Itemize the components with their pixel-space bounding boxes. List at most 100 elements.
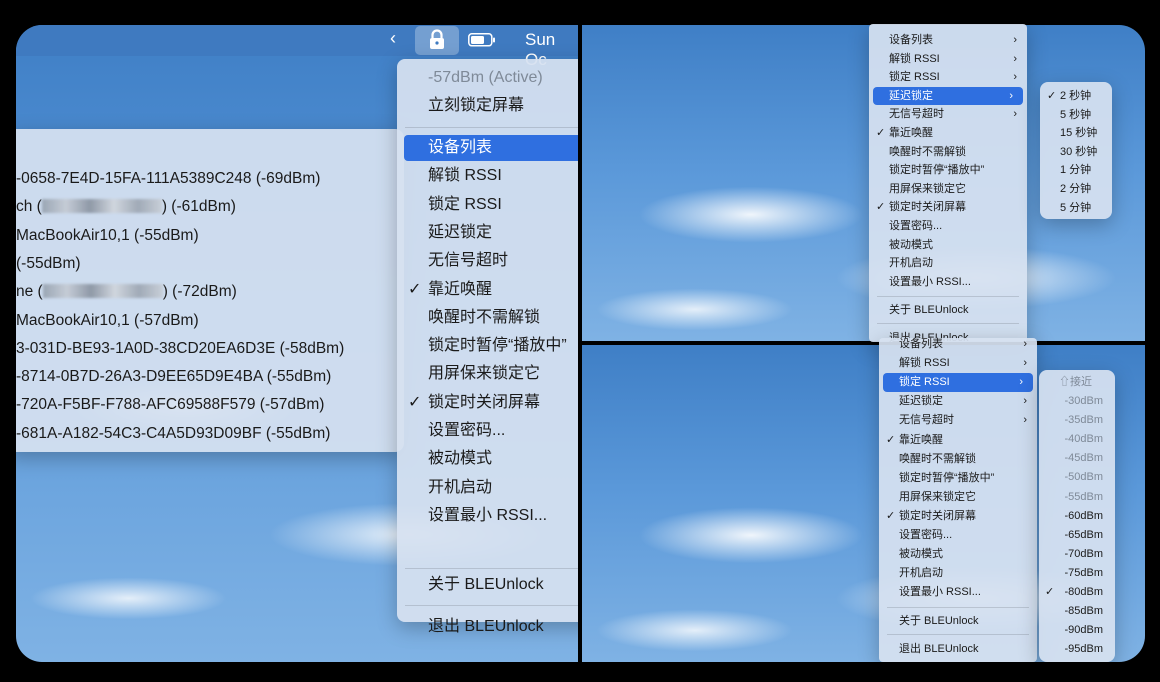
menu-item[interactable]: 设备列表 bbox=[404, 135, 578, 161]
menu-item[interactable]: 无信号超时 bbox=[397, 248, 578, 274]
menu-item[interactable]: 被动模式 bbox=[397, 446, 578, 472]
menu-item[interactable]: 用屏保来锁定它 bbox=[869, 180, 1027, 199]
menu-item[interactable]: 被动模式 bbox=[869, 236, 1027, 255]
menu-item-label: 锁定时暂停“播放中” bbox=[899, 471, 995, 484]
device-item[interactable]: -8714-0B7D-26A3-D9EE65D9E4BA (-55dBm) bbox=[16, 363, 404, 391]
submenu-item[interactable]: 15 秒钟 bbox=[1040, 124, 1112, 143]
battery-icon[interactable] bbox=[468, 33, 496, 47]
submenu-item[interactable]: -60dBm bbox=[1039, 507, 1115, 526]
submenu-item-label: 30 秒钟 bbox=[1060, 145, 1098, 158]
submenu-item[interactable]: -70dBm bbox=[1039, 545, 1115, 564]
menu-item-label: 锁定时关闭屏幕 bbox=[889, 201, 966, 214]
submenu-item[interactable]: -65dBm bbox=[1039, 526, 1115, 545]
menu-item[interactable]: ✓ 靠近唤醒 bbox=[869, 124, 1027, 143]
chevron-right-icon: › bbox=[1013, 108, 1017, 121]
submenu-item[interactable]: ✓ -80dBm bbox=[1039, 583, 1115, 602]
device-item[interactable]: ch () (-61dBm) bbox=[16, 193, 404, 221]
submenu-item: -45dBm bbox=[1039, 449, 1115, 468]
menu-item[interactable]: 锁定 RSSI › bbox=[869, 68, 1027, 87]
menu-item[interactable]: 用屏保来锁定它 bbox=[397, 361, 578, 387]
about-item[interactable]: 关于 BLEUnlock bbox=[879, 612, 1037, 631]
checkmark-icon: ✓ bbox=[886, 509, 896, 522]
menu-item[interactable]: 延迟锁定 › bbox=[873, 86, 1023, 106]
menu-separator bbox=[405, 568, 578, 569]
menu-item[interactable]: 锁定 RSSI bbox=[397, 192, 578, 218]
menu-item[interactable]: ✓ 锁定时关闭屏幕 bbox=[879, 507, 1037, 526]
menu-item[interactable]: ✓ 锁定时关闭屏幕 bbox=[397, 390, 578, 416]
menu-item[interactable]: ✓ 锁定时关闭屏幕 bbox=[869, 198, 1027, 217]
menu-item[interactable]: 延迟锁定 › bbox=[879, 392, 1037, 411]
menu-item[interactable]: 设置密码... bbox=[869, 217, 1027, 236]
menu-item-label: 锁定时暂停“播放中” bbox=[428, 337, 567, 355]
menu-item[interactable]: 设置最小 RSSI... bbox=[869, 273, 1027, 292]
quit-item[interactable]: 退出 BLEUnlock bbox=[879, 640, 1037, 659]
quit-item[interactable]: 退出 BLEUnlock bbox=[397, 614, 578, 640]
menu-item-label: 延迟锁定 bbox=[428, 223, 493, 241]
menu-item[interactable]: 唤醒时不需解锁 bbox=[879, 450, 1037, 469]
menu-item[interactable]: 解锁 RSSI › bbox=[869, 50, 1027, 69]
submenu-item[interactable]: 5 分钟 bbox=[1040, 199, 1112, 218]
menu-item-label: 用屏保来锁定它 bbox=[899, 490, 976, 503]
submenu-item[interactable]: -75dBm bbox=[1039, 564, 1115, 583]
menu-item[interactable]: 设置密码... bbox=[397, 418, 578, 444]
menu-item[interactable]: 锁定 RSSI › bbox=[883, 373, 1033, 392]
menu-item[interactable]: 锁定时暂停“播放中” bbox=[869, 161, 1027, 180]
bleunlock-status-item[interactable] bbox=[415, 26, 459, 55]
device-item[interactable]: (-55dBm) bbox=[16, 250, 404, 278]
device-item[interactable]: -720A-F5BF-F788-AFC69588F579 (-57dBm) bbox=[16, 391, 404, 419]
submenu-item[interactable]: -95dBm bbox=[1039, 640, 1115, 659]
about-item[interactable]: 关于 BLEUnlock bbox=[397, 572, 578, 598]
menu-item[interactable]: 开机启动 bbox=[879, 564, 1037, 583]
chevron-right-icon: › bbox=[1019, 376, 1023, 389]
menu-item[interactable]: 用屏保来锁定它 bbox=[879, 488, 1037, 507]
device-item[interactable]: ne () (-72dBm) bbox=[16, 278, 404, 306]
menu-item-label: 用屏保来锁定它 bbox=[889, 182, 966, 195]
menu-item[interactable]: 无信号超时 › bbox=[869, 105, 1027, 124]
checkmark-icon: ✓ bbox=[876, 201, 886, 214]
menu-item-label: 解锁 RSSI bbox=[889, 52, 940, 65]
submenu-item-label: -35dBm bbox=[1064, 414, 1103, 427]
menu-item[interactable]: 锁定时暂停“播放中” bbox=[879, 469, 1037, 488]
menu-item[interactable]: 设置最小 RSSI... bbox=[397, 503, 578, 529]
menu-item[interactable]: 开机启动 bbox=[397, 475, 578, 501]
submenu-item-label: 15 秒钟 bbox=[1060, 127, 1098, 140]
menu-item[interactable]: ✓ 靠近唤醒 bbox=[879, 431, 1037, 450]
device-item[interactable]: -681A-A182-54C3-C4A5D93D09BF (-55dBm) bbox=[16, 420, 404, 448]
device-label: -720A-F5BF-F788-AFC69588F579 (-57dBm) bbox=[16, 396, 325, 414]
menu-item[interactable]: 延迟锁定 bbox=[397, 220, 578, 246]
submenu-item-label: -60dBm bbox=[1064, 509, 1103, 522]
menu-item[interactable]: 解锁 RSSI › bbox=[879, 354, 1037, 373]
menu-item[interactable]: 唤醒时不需解锁 bbox=[869, 143, 1027, 162]
menu-item[interactable]: 开机启动 bbox=[869, 254, 1027, 273]
device-item[interactable]: -0658-7E4D-15FA-111A5389C248 (-69dBm) bbox=[16, 165, 404, 193]
about-item[interactable]: 关于 BLEUnlock bbox=[869, 301, 1027, 320]
submenu-item[interactable]: 1 分钟 bbox=[1040, 161, 1112, 180]
menu-item-label: 无信号超时 bbox=[428, 252, 509, 270]
submenu-item[interactable]: 30 秒钟 bbox=[1040, 143, 1112, 162]
device-item[interactable]: 3-031D-BE93-1A0D-38CD20EA6D3E (-58dBm) bbox=[16, 335, 404, 363]
menu-item[interactable]: 设置密码... bbox=[879, 526, 1037, 545]
menu-item[interactable]: 解锁 RSSI bbox=[397, 163, 578, 189]
submenu-item[interactable]: -90dBm bbox=[1039, 621, 1115, 640]
menu-item[interactable]: 设备列表 › bbox=[879, 335, 1037, 354]
menu-item[interactable]: 设置最小 RSSI... bbox=[879, 583, 1037, 602]
device-item[interactable]: MacBookAir10,1 (-57dBm) bbox=[16, 307, 404, 335]
menu-item[interactable]: 设备列表 › bbox=[869, 31, 1027, 50]
device-item[interactable]: MacBookAir10,1 (-55dBm) bbox=[16, 222, 404, 250]
menu-item[interactable]: 被动模式 bbox=[879, 545, 1037, 564]
submenu-item[interactable]: 2 分钟 bbox=[1040, 180, 1112, 199]
menu-item-label: 唤醒时不需解锁 bbox=[889, 145, 966, 158]
submenu-item[interactable]: -85dBm bbox=[1039, 602, 1115, 621]
menu-item[interactable]: 锁定时暂停“播放中” bbox=[397, 333, 578, 359]
submenu-item[interactable]: ✓ 2 秒钟 bbox=[1040, 87, 1112, 106]
menu-item[interactable]: 唤醒时不需解锁 bbox=[397, 305, 578, 331]
device-label: ch ( bbox=[16, 198, 42, 216]
menu-item[interactable]: ✓ 靠近唤醒 bbox=[397, 277, 578, 303]
submenu-item-label: 1 分钟 bbox=[1060, 164, 1092, 177]
submenu-item[interactable]: 5 秒钟 bbox=[1040, 106, 1112, 125]
menu-item[interactable]: 无信号超时 › bbox=[879, 411, 1037, 430]
device-list-submenu: -0658-7E4D-15FA-111A5389C248 (-69dBm) ch … bbox=[16, 129, 404, 452]
lock-now-item[interactable]: 立刻锁定屏幕 bbox=[397, 93, 578, 119]
menubar-chevron[interactable]: ‹ bbox=[390, 28, 396, 49]
menu-item-label: 靠近唤醒 bbox=[889, 127, 933, 139]
